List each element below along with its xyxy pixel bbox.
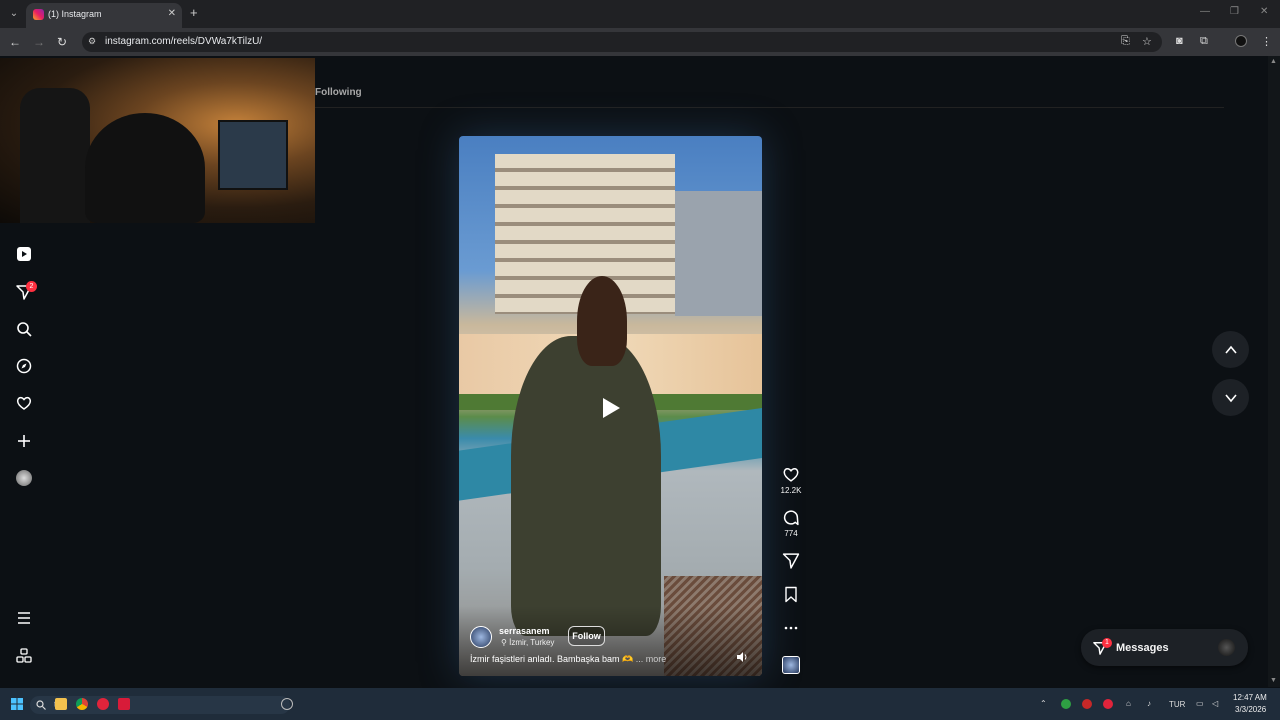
audio-thumbnail[interactable] — [782, 656, 800, 674]
windows-start-icon[interactable] — [11, 698, 23, 710]
profile-avatar[interactable] — [14, 468, 34, 488]
chevron-down-icon — [1224, 393, 1237, 402]
header-divider — [315, 107, 1224, 108]
tab-title: (1) Instagram — [48, 9, 102, 19]
heart-icon[interactable] — [14, 393, 34, 413]
minimize-button[interactable]: — — [1200, 6, 1210, 17]
like-count: 12.2K — [780, 486, 802, 495]
browser-tab-active[interactable]: (1) Instagram ✕ — [26, 3, 182, 28]
new-tab-button[interactable]: + — [190, 6, 198, 20]
browser-menu-icon[interactable]: ⋮ — [1261, 35, 1272, 48]
scroll-down-arrow-icon[interactable]: ▼ — [1270, 677, 1277, 684]
reel-person-jacket — [511, 336, 661, 636]
messages-badge: 1 — [1102, 638, 1112, 648]
caption-text: İzmir faşistleri anladı. Bambaşka bam 🫶 — [470, 654, 634, 664]
chevron-up-icon — [1224, 345, 1237, 354]
play-icon[interactable] — [589, 386, 633, 430]
messages-avatar — [1218, 639, 1235, 656]
volume-icon[interactable]: ◁ — [1212, 699, 1218, 708]
comment-action[interactable]: 774 — [780, 509, 802, 538]
file-explorer-icon[interactable] — [55, 698, 67, 710]
tray-app-icon[interactable] — [1061, 699, 1071, 709]
bookmark-icon[interactable] — [783, 586, 799, 603]
instagram-favicon-icon — [33, 9, 44, 20]
reload-icon[interactable]: ↻ — [57, 34, 67, 50]
microphone-icon[interactable]: ♪ — [1147, 699, 1151, 708]
more-options-icon[interactable] — [783, 620, 799, 636]
tray-chevron-up-icon[interactable]: ⌃ — [1040, 699, 1047, 708]
webcam-monitor — [218, 120, 288, 190]
window-close-button[interactable]: ✕ — [1260, 6, 1268, 17]
messages-label: Messages — [1116, 642, 1169, 654]
app-icon[interactable] — [118, 698, 130, 710]
share-icon[interactable] — [782, 552, 800, 569]
site-info-icon[interactable]: ⚙ — [88, 36, 96, 47]
comment-icon[interactable] — [782, 509, 800, 526]
usb-icon[interactable]: ⌂ — [1126, 699, 1131, 708]
more-options-action[interactable] — [780, 620, 802, 636]
windows-taskbar: ty ⌃ ⌂ ♪ TUR ▭ ◁ 12:47 AM 3/3/2026 — [0, 688, 1280, 720]
tab-close-icon[interactable]: ✕ — [168, 8, 176, 19]
messages-button[interactable]: 1 Messages — [1081, 629, 1248, 666]
browser-tab-bar: ⌄ (1) Instagram ✕ + — ❐ ✕ — [0, 0, 1280, 28]
scroll-up-arrow-icon[interactable]: ▲ — [1270, 58, 1277, 65]
clock-date[interactable]: 3/3/2026 — [1235, 705, 1266, 714]
tray-app-icon[interactable] — [1082, 699, 1092, 709]
direct-notification-badge: 2 — [26, 281, 37, 292]
heart-icon[interactable] — [782, 466, 800, 483]
apps-icon[interactable] — [14, 646, 34, 666]
share-action[interactable] — [780, 552, 802, 569]
sidebar-avatar-image — [16, 470, 32, 486]
tab-search-chevron-icon[interactable]: ⌄ — [6, 6, 22, 22]
author-avatar[interactable] — [470, 626, 492, 648]
copilot-icon[interactable] — [281, 698, 293, 710]
following-tab[interactable]: Following — [315, 87, 362, 98]
back-arrow-icon[interactable]: ← — [9, 34, 21, 50]
reels-icon[interactable] — [14, 244, 34, 264]
camera-extension-icon[interactable]: ◙ — [1176, 35, 1183, 47]
webcam-chair — [20, 88, 90, 223]
create-icon[interactable] — [14, 431, 34, 451]
save-action[interactable] — [780, 586, 802, 603]
reel-caption: İzmir faşistleri anladı. Bambaşka bam 🫶 … — [470, 654, 666, 665]
reel-video[interactable]: serrasanem ⚲ İzmir, Turkey Follow İzmir … — [459, 136, 762, 676]
network-icon[interactable]: ▭ — [1196, 699, 1204, 708]
author-username[interactable]: serrasanem — [499, 626, 550, 636]
install-app-icon[interactable]: ⎘ — [1121, 35, 1130, 48]
previous-reel-button[interactable] — [1212, 331, 1249, 368]
comment-count: 774 — [784, 529, 798, 538]
reel-person-hair — [577, 276, 627, 366]
location-pin-icon: ⚲ — [501, 638, 510, 647]
follow-button[interactable]: Follow — [568, 626, 605, 646]
page-scrollbar[interactable] — [1268, 56, 1280, 687]
address-bar[interactable]: ⚙ instagram.com/reels/DVWa7kTilzU/ — [82, 32, 1162, 52]
restore-button[interactable]: ❐ — [1230, 6, 1239, 17]
caption-more-link[interactable]: ... more — [636, 654, 667, 664]
webcam-person — [85, 113, 205, 223]
taskbar-search[interactable]: ty — [30, 696, 290, 714]
extensions-puzzle-icon[interactable]: ⧉ — [1200, 35, 1208, 48]
bookmark-star-icon[interactable]: ☆ — [1142, 35, 1152, 48]
webcam-overlay — [0, 58, 315, 223]
clock-time[interactable]: 12:47 AM — [1233, 693, 1267, 702]
search-icon — [36, 700, 46, 710]
tray-record-icon[interactable] — [1103, 699, 1113, 709]
next-reel-button[interactable] — [1212, 379, 1249, 416]
search-icon[interactable] — [14, 319, 34, 339]
menu-icon[interactable] — [14, 608, 34, 628]
url-text: instagram.com/reels/DVWa7kTilzU/ — [105, 36, 263, 47]
volume-icon[interactable] — [736, 650, 752, 664]
reel-location[interactable]: ⚲ İzmir, Turkey — [501, 638, 554, 647]
profile-avatar[interactable] — [1235, 35, 1247, 47]
explore-icon[interactable] — [14, 356, 34, 376]
chrome-icon[interactable] — [76, 698, 88, 710]
forward-arrow-icon[interactable]: → — [33, 34, 45, 50]
record-app-icon[interactable] — [97, 698, 109, 710]
location-text: İzmir, Turkey — [509, 638, 555, 647]
reel-building-secondary — [675, 191, 762, 316]
language-indicator[interactable]: TUR — [1169, 700, 1185, 709]
like-action[interactable]: 12.2K — [780, 466, 802, 495]
